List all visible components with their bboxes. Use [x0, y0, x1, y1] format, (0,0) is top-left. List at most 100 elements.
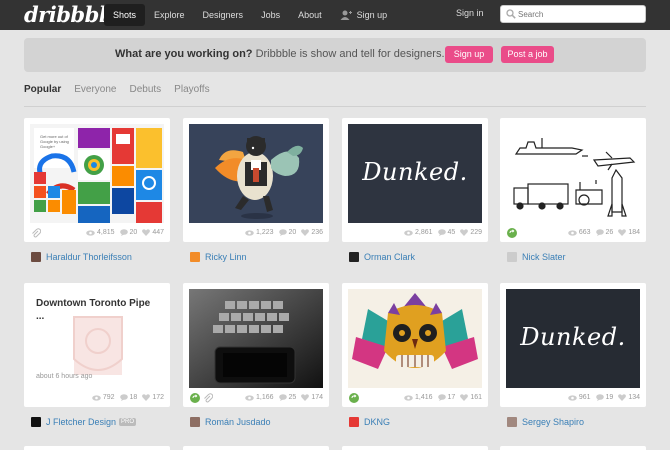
shot-thumbnail[interactable] — [506, 124, 640, 223]
shot-thumbnail[interactable]: Dunked. — [348, 124, 482, 223]
shot-card[interactable]: 663 26 184 — [500, 118, 646, 242]
author-name[interactable]: Román Jusdado — [205, 417, 271, 427]
comment-count: 18 — [129, 394, 138, 401]
shot-author[interactable]: Sergey Shapiro — [507, 417, 584, 427]
avatar[interactable] — [507, 252, 517, 262]
author-name[interactable]: Ricky Linn — [205, 252, 247, 262]
author-name[interactable]: Orman Clark — [364, 252, 415, 262]
shot-card[interactable] — [24, 446, 170, 450]
author-name[interactable]: DKNG — [364, 417, 390, 427]
heart-icon[interactable] — [142, 229, 151, 236]
shot-card[interactable]: 1,166 25 174 — [183, 283, 329, 407]
shot-stats: 1,223 20 236 — [240, 229, 323, 236]
tab-debuts[interactable]: Debuts — [129, 84, 161, 95]
eye-icon — [568, 229, 577, 236]
search-input[interactable] — [518, 8, 640, 20]
shot-card[interactable]: 1,416 17 161 — [342, 283, 488, 407]
shot-author[interactable]: Orman Clark — [349, 252, 415, 262]
shot-filter-tabs: Popular Everyone Debuts Playoffs — [24, 84, 223, 95]
shot-stats: 961 19 134 — [563, 394, 640, 401]
shot-author[interactable]: Nick Slater — [507, 252, 566, 262]
avatar[interactable] — [190, 417, 200, 427]
avatar[interactable] — [190, 252, 200, 262]
banner-signup-button[interactable]: Sign up — [445, 46, 493, 63]
nav-designers[interactable]: Designers — [194, 4, 253, 26]
shot-thumbnail[interactable]: Dunked. — [506, 289, 640, 388]
shot-author[interactable]: DKNG — [349, 417, 390, 427]
view-count: 792 — [102, 394, 115, 401]
post-job-button[interactable]: Post a job — [501, 46, 554, 63]
comment-icon — [437, 394, 446, 401]
tab-everyone[interactable]: Everyone — [74, 84, 116, 95]
divider — [24, 106, 646, 107]
view-count: 1,416 — [414, 394, 433, 401]
pro-badge: PRO — [119, 418, 137, 426]
shot-title[interactable]: Downtown Toronto Pipe ... — [36, 297, 158, 323]
shot-thumbnail[interactable]: Get more out of Google by using Google+ — [30, 124, 164, 223]
add-person-icon — [340, 10, 352, 20]
attachment-icon — [32, 228, 41, 238]
comment-icon — [595, 394, 604, 401]
heart-icon[interactable] — [460, 229, 469, 236]
shot-card[interactable]: Downtown Toronto Pipe ... about 6 hours … — [24, 283, 170, 407]
heart-icon[interactable] — [301, 394, 310, 401]
banner-text: What are you working on? Dribbble is sho… — [115, 48, 445, 60]
view-count: 1,223 — [255, 229, 274, 236]
shot-thumbnail[interactable] — [189, 289, 323, 388]
search-box[interactable] — [500, 5, 646, 23]
shot-stats: 2,861 45 229 — [399, 229, 482, 236]
heart-icon[interactable] — [142, 394, 151, 401]
shot-card[interactable]: Dunked. 961 19 134 — [500, 283, 646, 407]
heart-icon[interactable] — [460, 394, 469, 401]
shot-stats: 1,166 25 174 — [240, 394, 323, 401]
view-count: 1,166 — [255, 394, 274, 401]
nav-shots[interactable]: Shots — [104, 4, 146, 26]
avatar[interactable] — [31, 252, 41, 262]
shot-author[interactable]: Haraldur Thorleifsson — [31, 252, 132, 262]
tab-popular[interactable]: Popular — [24, 84, 61, 95]
shot-card[interactable] — [183, 446, 329, 450]
shot-author[interactable]: J Fletcher Design PRO — [31, 417, 137, 427]
shot-author[interactable]: Ricky Linn — [190, 252, 247, 262]
nav-explore[interactable]: Explore — [145, 4, 194, 26]
nav-about[interactable]: About — [289, 4, 331, 26]
shot-thumbnail[interactable]: Downtown Toronto Pipe ... about 6 hours … — [30, 289, 164, 388]
top-navigation-bar: dribbble Shots Explore Designers Jobs Ab… — [0, 0, 670, 30]
avatar[interactable] — [349, 252, 359, 262]
shot-thumbnail[interactable] — [189, 124, 323, 223]
heart-icon[interactable] — [618, 394, 627, 401]
like-count: 184 — [628, 229, 640, 236]
avatar[interactable] — [507, 417, 517, 427]
like-count: 236 — [311, 229, 323, 236]
author-name[interactable]: Nick Slater — [522, 252, 566, 262]
shot-card[interactable]: Dunked. 2,861 45 229 — [342, 118, 488, 242]
shot-card[interactable] — [500, 446, 646, 450]
comment-icon — [595, 229, 604, 236]
comment-icon — [437, 229, 446, 236]
sign-in-link[interactable]: Sign in — [456, 8, 484, 18]
dunked-logo-text: Dunked. — [520, 323, 626, 351]
eye-icon — [404, 394, 413, 401]
avatar[interactable] — [31, 417, 41, 427]
nav-jobs[interactable]: Jobs — [252, 4, 289, 26]
comment-count: 25 — [288, 394, 297, 401]
shot-card[interactable] — [342, 446, 488, 450]
heart-icon[interactable] — [301, 229, 310, 236]
shot-timestamp: about 6 hours ago — [36, 373, 93, 380]
author-name[interactable]: Haraldur Thorleifsson — [46, 252, 132, 262]
avatar[interactable] — [349, 417, 359, 427]
nav-signup[interactable]: Sign up — [331, 4, 397, 26]
shot-thumbnail[interactable] — [348, 289, 482, 388]
author-name[interactable]: Sergey Shapiro — [522, 417, 584, 427]
shot-author[interactable]: Román Jusdado — [190, 417, 271, 427]
shot-stats: 663 26 184 — [563, 229, 640, 236]
comment-count: 17 — [447, 394, 456, 401]
author-name[interactable]: J Fletcher Design — [46, 417, 116, 427]
heart-icon[interactable] — [618, 229, 627, 236]
tab-playoffs[interactable]: Playoffs — [174, 84, 209, 95]
shot-card[interactable]: Get more out of Google by using Google+ — [24, 118, 170, 242]
like-count: 172 — [152, 394, 164, 401]
shot-card[interactable]: 1,223 20 236 — [183, 118, 329, 242]
comment-count: 20 — [129, 229, 138, 236]
signup-banner: What are you working on? Dribbble is sho… — [24, 38, 646, 72]
